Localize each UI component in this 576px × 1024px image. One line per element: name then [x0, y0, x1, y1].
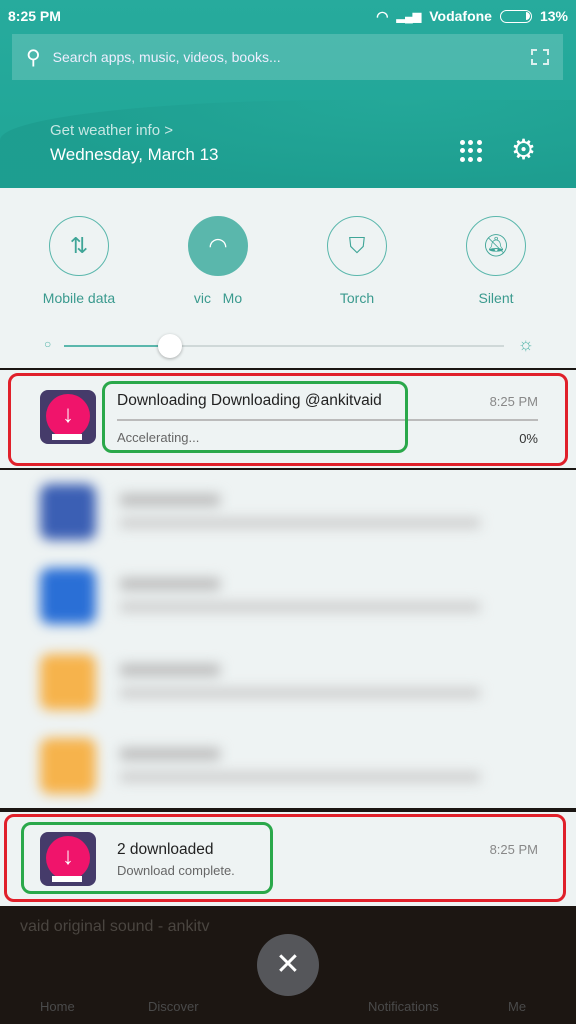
scan-icon[interactable]: [531, 49, 549, 65]
toggle-label: Torch: [339, 290, 375, 306]
nav-discover[interactable]: Discover: [148, 999, 199, 1014]
search-placeholder: Search apps, music, videos, books...: [52, 49, 281, 65]
bell-off-icon: 🔕︎: [466, 216, 526, 276]
nav-notifications[interactable]: Notifications: [368, 999, 439, 1014]
blurred-notifications: [0, 470, 576, 808]
data-arrows-icon: ⇅: [49, 216, 109, 276]
date: Wednesday, March 13: [50, 145, 219, 164]
search-input[interactable]: ⚲ Search apps, music, videos, books...: [12, 34, 563, 80]
gear-icon[interactable]: ⚙: [511, 136, 536, 164]
close-button[interactable]: ✕: [257, 934, 319, 996]
toggle-silent[interactable]: 🔕︎ Silent: [436, 216, 556, 306]
signal-icon: ▂▄▆: [396, 10, 422, 23]
quick-settings: ⇅ Mobile data ◠ vic Mo ⛉ Torch 🔕︎ Silent…: [0, 188, 576, 368]
toggle-label: Mobile data: [42, 290, 116, 306]
close-icon: ✕: [275, 948, 301, 981]
music-ticker: vaid original sound - ankitv: [20, 918, 210, 935]
status-bar: 8:25 PM ◠ ▂▄▆ Vodafone 13%: [8, 6, 568, 26]
search-icon: ⚲: [26, 46, 41, 69]
clock: 8:25 PM: [8, 8, 61, 24]
nav-me[interactable]: Me: [508, 999, 526, 1014]
brightness-low-icon: ○: [44, 337, 52, 351]
toggle-label: vic Mo: [193, 290, 243, 306]
apps-grid-icon[interactable]: [460, 140, 482, 162]
brightness-knob[interactable]: [157, 334, 182, 358]
battery-percent: 13%: [539, 8, 568, 24]
toggle-wifi[interactable]: ◠ vic Mo: [158, 216, 278, 306]
battery-icon: [499, 9, 532, 23]
wifi-icon: ◠: [188, 216, 248, 276]
nav-home[interactable]: Home: [40, 999, 75, 1014]
brightness-high-icon: ☼: [517, 334, 535, 354]
wifi-status-icon: ◠: [376, 7, 389, 24]
carrier: Vodafone: [429, 8, 492, 24]
toggle-mobile-data[interactable]: ⇅ Mobile data: [19, 216, 139, 306]
toggle-torch[interactable]: ⛉ Torch: [297, 216, 417, 306]
notification-header: 8:25 PM ◠ ▂▄▆ Vodafone 13% ⚲ Search apps…: [0, 0, 576, 188]
highlight-box: [102, 381, 408, 453]
weather-link[interactable]: Get weather info >: [50, 122, 173, 139]
toggle-label: Silent: [478, 290, 514, 306]
brightness-slider[interactable]: ○ ☼: [44, 334, 535, 358]
torch-icon: ⛉: [327, 216, 387, 276]
highlight-box: [21, 822, 273, 894]
